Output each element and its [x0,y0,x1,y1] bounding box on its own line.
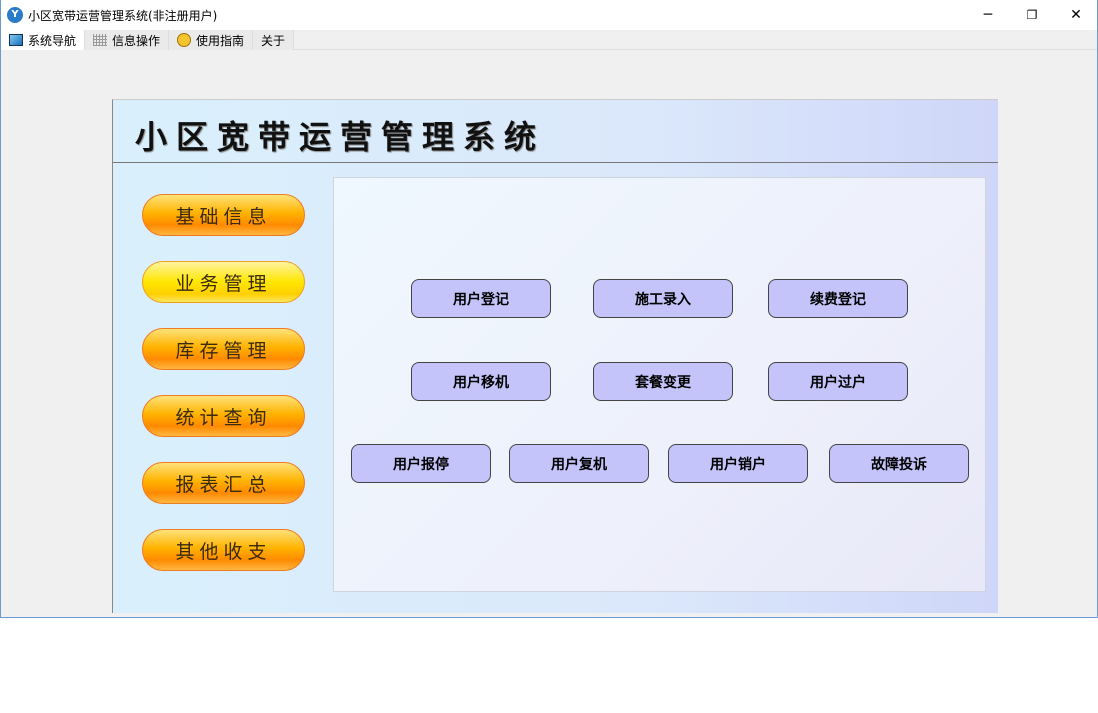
tab-label: 使用指南 [196,33,245,48]
construction-entry-button[interactable]: 施工录入 [593,279,733,318]
page-title: 小区宽带运营管理系统 [135,118,546,156]
function-area: 用户登记 施工录入 续费登记 用户移机 套餐变更 用户过户 用户报停 用户复机 … [333,177,986,592]
tab-about[interactable]: 关于 [253,30,295,50]
tab-label: 关于 [261,33,286,48]
fault-complaint-button[interactable]: 故障投诉 [829,444,969,483]
nav-basic-info[interactable]: 基础信息 [142,194,305,236]
tab-label: 信息操作 [112,33,161,48]
tab-system-nav[interactable]: 系统导航 [1,30,86,50]
tab-info-ops[interactable]: 信息操作 [85,30,170,50]
tab-label: 系统导航 [28,33,77,48]
package-change-button[interactable]: 套餐变更 [593,362,733,401]
user-register-button[interactable]: 用户登记 [411,279,551,318]
nav-statistics-query[interactable]: 统计查询 [142,395,305,437]
window-title: 小区宽带运营管理系统(非注册用户) [28,8,218,23]
close-button[interactable]: ✕ [1053,0,1098,30]
user-resume-button[interactable]: 用户复机 [509,444,649,483]
minimize-button[interactable]: ─ [965,0,1011,30]
help-icon [177,33,192,47]
title-bar: Y 小区宽带运营管理系统(非注册用户) ─ ❐ ✕ [1,0,1097,30]
user-suspend-button[interactable]: 用户报停 [351,444,491,483]
panel-header: 小区宽带运营管理系统 [113,100,998,163]
nav-other-income-expense[interactable]: 其他收支 [142,529,305,571]
user-cancel-button[interactable]: 用户销户 [668,444,808,483]
nav-inventory-mgmt[interactable]: 库存管理 [142,328,305,370]
app-logo-icon: Y [7,7,23,23]
tab-user-guide[interactable]: 使用指南 [169,30,254,50]
grid-icon [93,34,108,46]
user-relocate-button[interactable]: 用户移机 [411,362,551,401]
app-window: Y 小区宽带运营管理系统(非注册用户) ─ ❐ ✕ 系统导航 信息操作 使用指南… [0,0,1098,618]
user-transfer-button[interactable]: 用户过户 [768,362,908,401]
monitor-icon [9,34,23,46]
nav-business-mgmt[interactable]: 业务管理 [142,261,305,303]
main-panel: 小区宽带运营管理系统 基础信息 业务管理 库存管理 统计查询 报表汇总 其他收支… [112,99,998,613]
restore-button[interactable]: ❐ [1009,0,1055,30]
renewal-register-button[interactable]: 续费登记 [768,279,908,318]
nav-report-summary[interactable]: 报表汇总 [142,462,305,504]
tab-bar: 系统导航 信息操作 使用指南 关于 [1,30,1097,50]
